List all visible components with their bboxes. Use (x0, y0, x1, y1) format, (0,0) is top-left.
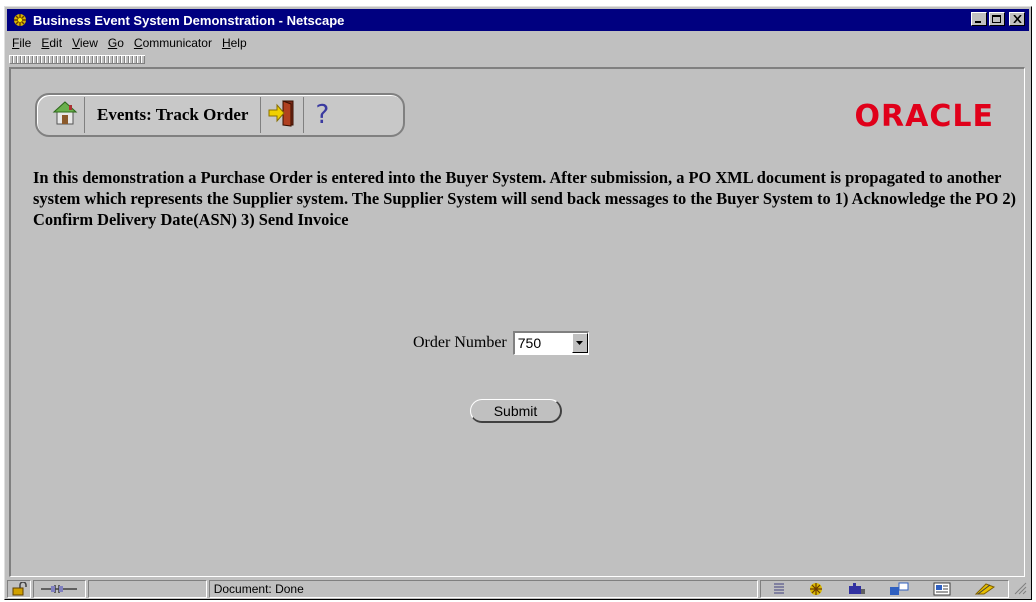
discussion-groups-icon[interactable] (889, 582, 909, 596)
order-number-row: Order Number 750 (413, 331, 589, 355)
menu-view[interactable]: View (67, 36, 103, 50)
submit-button[interactable]: Submit (470, 399, 562, 423)
menu-file[interactable]: File (7, 36, 36, 50)
connection-plug-icon (41, 585, 78, 593)
security-lock-cell[interactable] (7, 580, 31, 598)
navigator-icon[interactable] (808, 581, 824, 597)
exit-door-icon (267, 98, 297, 133)
status-text-cell: Document: Done (208, 580, 759, 598)
grip-icon (773, 583, 784, 594)
home-icon (51, 99, 79, 132)
description-text: In this demonstration a Purchase Order i… (33, 168, 1016, 229)
netscape-icon (11, 11, 29, 29)
status-bar: Document: Done (7, 579, 1029, 599)
window-title: Business Event System Demonstration - Ne… (33, 12, 345, 28)
home-button[interactable] (49, 97, 85, 133)
order-number-value: 750 (517, 335, 542, 351)
minimize-button[interactable] (971, 12, 987, 26)
progress-cell (88, 580, 207, 598)
oracle-logo: ORACLE (854, 99, 994, 134)
composer-icon[interactable] (933, 582, 951, 596)
menu-edit[interactable]: Edit (36, 36, 67, 50)
title-bar[interactable]: Business Event System Demonstration - Ne… (7, 9, 1029, 31)
window-controls (969, 12, 1025, 26)
menu-help[interactable]: Help (217, 36, 252, 50)
nav-toolbar: Events: Track Order ? (35, 93, 405, 137)
menu-bar: File Edit View Go Communicator Help (7, 33, 1029, 53)
connection-cell (32, 580, 87, 598)
maximize-button[interactable] (989, 12, 1005, 26)
help-button[interactable]: ? (304, 97, 340, 133)
exit-button[interactable] (260, 97, 305, 133)
menu-communicator[interactable]: Communicator (129, 36, 217, 50)
collapsed-toolbar-tabs[interactable] (9, 55, 145, 64)
aim-icon[interactable] (974, 582, 996, 596)
page-content: Events: Track Order ? ORACLE In this dem… (9, 67, 1025, 577)
security-lock-icon (12, 582, 27, 596)
help-icon: ? (315, 100, 330, 130)
menu-go[interactable]: Go (103, 36, 129, 50)
order-number-select[interactable]: 750 (512, 331, 589, 355)
order-number-label: Order Number (413, 334, 507, 351)
browser-window: Business Event System Demonstration - Ne… (4, 6, 1032, 600)
resize-grip-icon[interactable] (1013, 581, 1029, 597)
dropdown-arrow-icon[interactable] (571, 333, 588, 353)
status-text: Document: Done (213, 582, 304, 596)
component-bar (760, 580, 1010, 598)
close-button[interactable] (1009, 12, 1025, 26)
page-title: Events: Track Order (97, 105, 249, 124)
mailbox-icon[interactable] (848, 582, 866, 596)
